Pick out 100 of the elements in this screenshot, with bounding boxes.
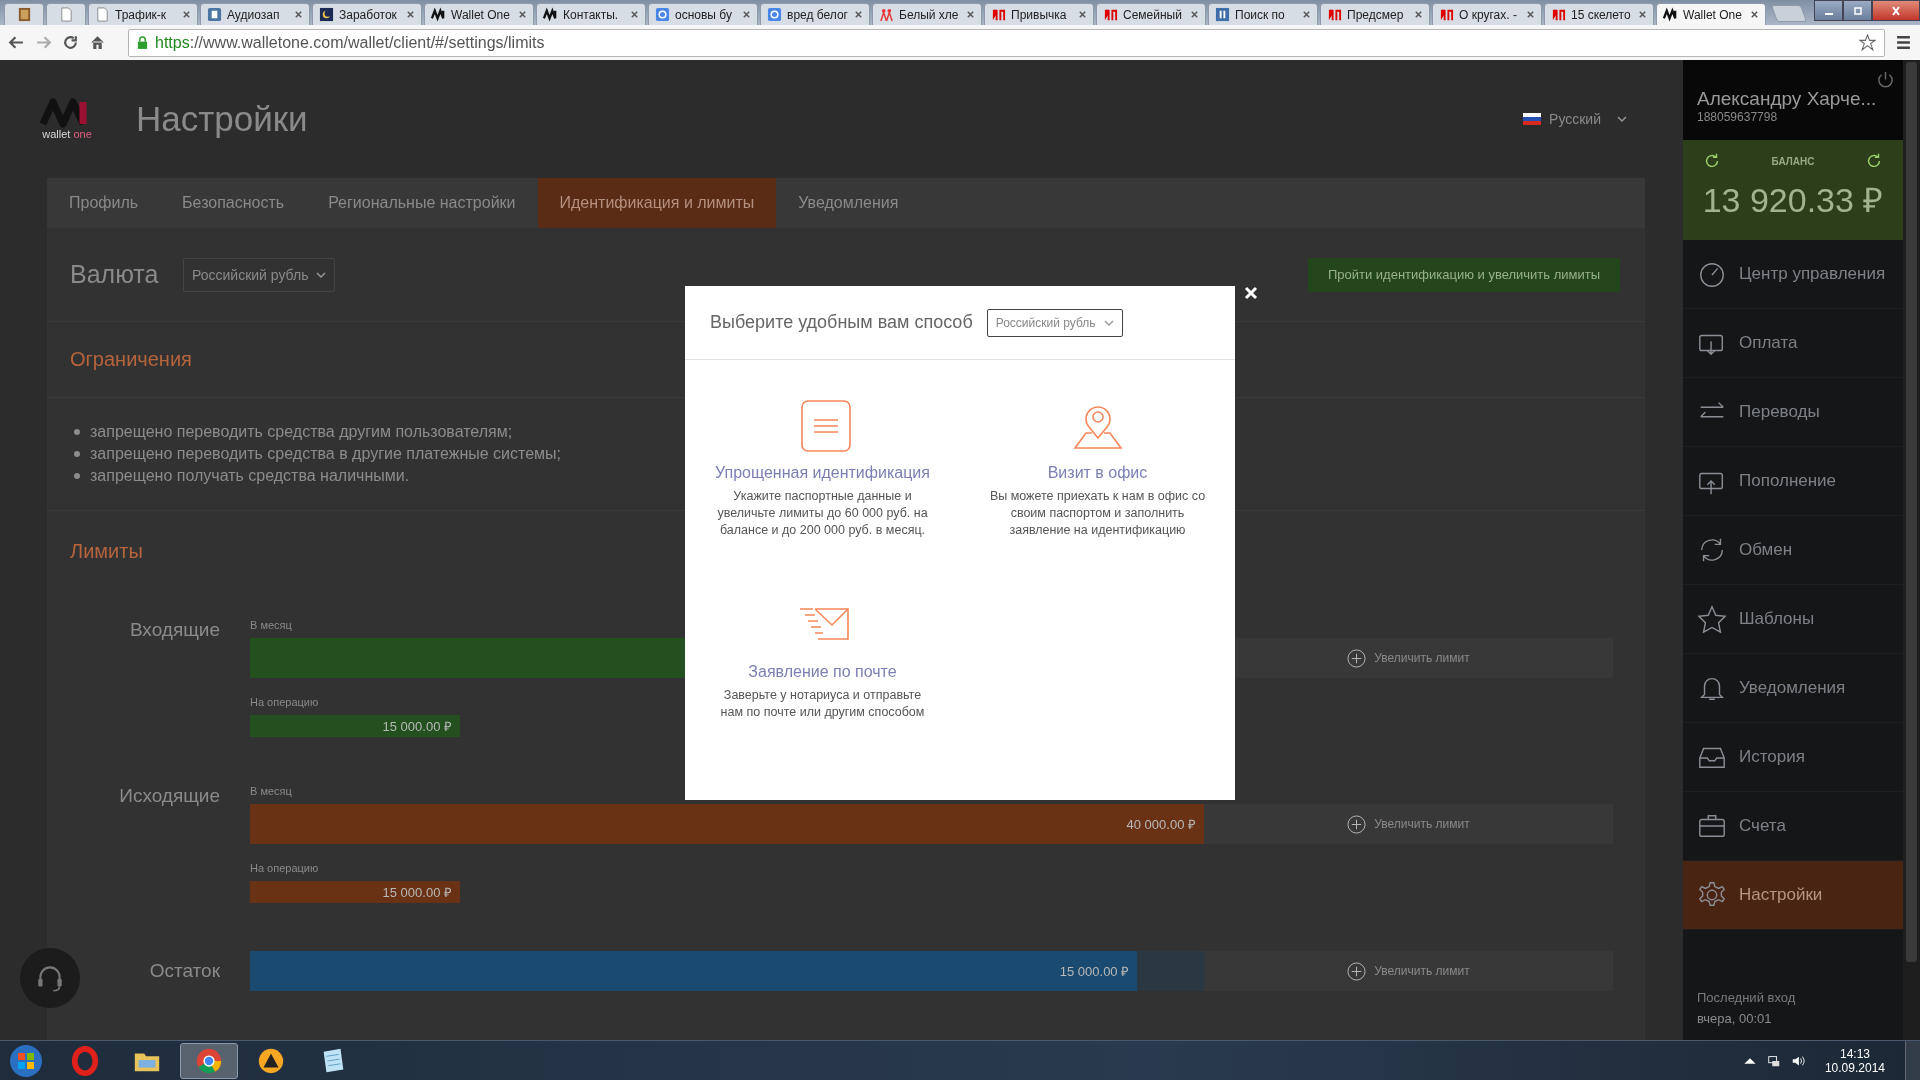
close-icon[interactable] <box>742 10 751 19</box>
close-icon[interactable] <box>1302 10 1311 19</box>
browser-tab[interactable]: Семейный <box>1096 3 1206 25</box>
close-icon[interactable] <box>518 10 527 19</box>
power-icon[interactable] <box>1876 70 1895 89</box>
currency-label: Валюта <box>70 260 160 289</box>
restriction-text: запрещено получать средства наличными. <box>90 467 410 485</box>
back-icon[interactable] <box>8 34 25 51</box>
volume-icon[interactable] <box>1790 1054 1805 1068</box>
w1-favicon-icon <box>1663 7 1678 22</box>
close-icon[interactable] <box>1190 10 1199 19</box>
section-title: Лимиты <box>70 539 143 563</box>
restriction-text: запрещено переводить средства другим пользователям; <box>90 423 513 441</box>
limit-group-label: Исходящие <box>118 785 221 807</box>
settings-tab[interactable]: Идентификация и лимиты <box>537 178 777 228</box>
currency-select[interactable]: Российский рубль <box>986 308 1123 337</box>
close-icon[interactable] <box>854 10 863 19</box>
bullet-icon <box>74 451 80 457</box>
close-icon[interactable] <box>406 10 415 19</box>
close-icon[interactable] <box>1750 10 1759 19</box>
nav-item[interactable]: Настройки <box>1683 861 1903 930</box>
settings-tab[interactable]: Уведомления <box>776 178 921 228</box>
browser-tab[interactable]: Поиск по <box>1208 3 1318 25</box>
balance-label: БАЛАНС <box>1771 155 1815 167</box>
yandex-favicon-icon <box>1103 7 1118 22</box>
page-favicon-icon <box>95 7 110 22</box>
browser-tab[interactable]: вред белог <box>760 3 870 25</box>
maximize-button[interactable] <box>1843 0 1872 21</box>
browser-tab[interactable]: Привычка <box>984 3 1094 25</box>
pause-favicon-icon <box>1215 7 1230 22</box>
increase-limit-button[interactable]: Увеличить лимит <box>1204 804 1613 844</box>
close-icon[interactable] <box>182 10 191 19</box>
browser-tab[interactable]: Wallet One <box>1656 3 1766 25</box>
last-login-label: Последний вход <box>1697 990 1797 1005</box>
close-icon[interactable] <box>630 10 639 19</box>
plus-icon <box>1347 648 1367 668</box>
refresh-icon[interactable] <box>1865 152 1883 170</box>
reload-icon[interactable] <box>62 34 79 51</box>
close-window-button[interactable] <box>1872 0 1920 21</box>
browser-tab[interactable]: основы бу <box>648 3 758 25</box>
browser-tab[interactable]: Wallet One <box>424 3 534 25</box>
menu-icon[interactable] <box>1895 34 1912 51</box>
balance-amount: 13 920.33 ₽ <box>1702 180 1884 221</box>
yandex-favicon-icon <box>1439 7 1454 22</box>
option-title[interactable]: Визит в офис <box>1047 464 1148 482</box>
minimize-button[interactable] <box>1814 0 1843 21</box>
moon-favicon-icon <box>319 7 334 22</box>
clock[interactable]: 14:13 10.09.2014 <box>1814 1047 1895 1075</box>
last-login-time: вчера, 00:01 <box>1697 1011 1773 1026</box>
increase-limit-button[interactable]: Увеличить лимит <box>1204 951 1613 991</box>
browser-tab[interactable]: Заработок <box>312 3 422 25</box>
google-favicon-icon <box>655 7 670 22</box>
settings-tab[interactable]: Региональные настройки <box>306 178 538 228</box>
url-text: https://www.walletone.com/wallet/client/#/settings/limits <box>155 33 545 52</box>
maximize-icon <box>1851 5 1864 16</box>
close-icon[interactable] <box>1638 10 1647 19</box>
close-icon[interactable] <box>1526 10 1535 19</box>
yandex-favicon-icon <box>1327 7 1342 22</box>
network-icon[interactable] <box>1766 1054 1781 1068</box>
browser-tab[interactable] <box>4 3 44 25</box>
option-title[interactable]: Заявление по почте <box>748 663 897 681</box>
limit-group-label: Остаток <box>148 960 221 982</box>
star-icon <box>1697 604 1727 634</box>
home-icon[interactable] <box>89 34 106 51</box>
browser-tab[interactable]: Аудиозап <box>200 3 310 25</box>
browser-tab[interactable]: Трафик-к <box>88 3 198 25</box>
settings-tab[interactable]: Профиль <box>47 178 161 228</box>
close-icon[interactable] <box>966 10 975 19</box>
star-icon[interactable] <box>1859 34 1876 51</box>
w1-favicon-icon <box>543 7 558 22</box>
browser-tab[interactable] <box>46 3 86 25</box>
refresh-icon[interactable] <box>1703 152 1721 170</box>
close-icon[interactable] <box>294 10 303 19</box>
option-title[interactable]: Упрощенная идентификация <box>715 464 930 482</box>
close-icon[interactable] <box>1414 10 1423 19</box>
limit-period-label: На операцию <box>250 862 319 874</box>
limit-amount: 15 000.00 ₽ <box>250 715 460 737</box>
browser-tab[interactable]: 15 скелето <box>1544 3 1654 25</box>
opera-icon <box>70 1046 100 1076</box>
caret-icon <box>1617 116 1627 122</box>
browser-tab[interactable]: Белый хле <box>872 3 982 25</box>
option-description: Заверьте у нотариуса и отправьте нам по почте или другим способом <box>719 687 926 721</box>
browser-tab[interactable]: О кругах. - <box>1432 3 1542 25</box>
google-favicon-icon <box>767 7 782 22</box>
browser-tab[interactable]: Контакты. <box>536 3 646 25</box>
yandex-favicon-icon <box>1551 7 1566 22</box>
bullet-icon <box>74 429 80 435</box>
section-title: Ограничения <box>70 348 192 371</box>
limit-group-label: Входящие <box>128 619 221 641</box>
settings-tab[interactable]: Безопасность <box>160 178 307 228</box>
language-selector[interactable]: Русский <box>1523 111 1627 127</box>
plus-icon <box>1347 961 1367 981</box>
scrollbar[interactable] <box>1903 60 1920 1040</box>
address-bar[interactable]: https://www.walletone.com/wallet/client/#/settings/limits <box>128 28 1885 57</box>
option-description: Вы можете приехать к нам в офис со своим паспортом и заполнить заявление на идентификацию <box>988 488 1207 539</box>
identify-button[interactable]: Пройти идентификацию и увеличить лимиты <box>1307 257 1620 292</box>
currency-select[interactable]: Российский рубль <box>183 257 336 292</box>
close-icon[interactable] <box>1078 10 1087 19</box>
browser-tab[interactable]: Предсмер <box>1320 3 1430 25</box>
limit-fill: 15 000.00 ₽ <box>250 951 1138 991</box>
